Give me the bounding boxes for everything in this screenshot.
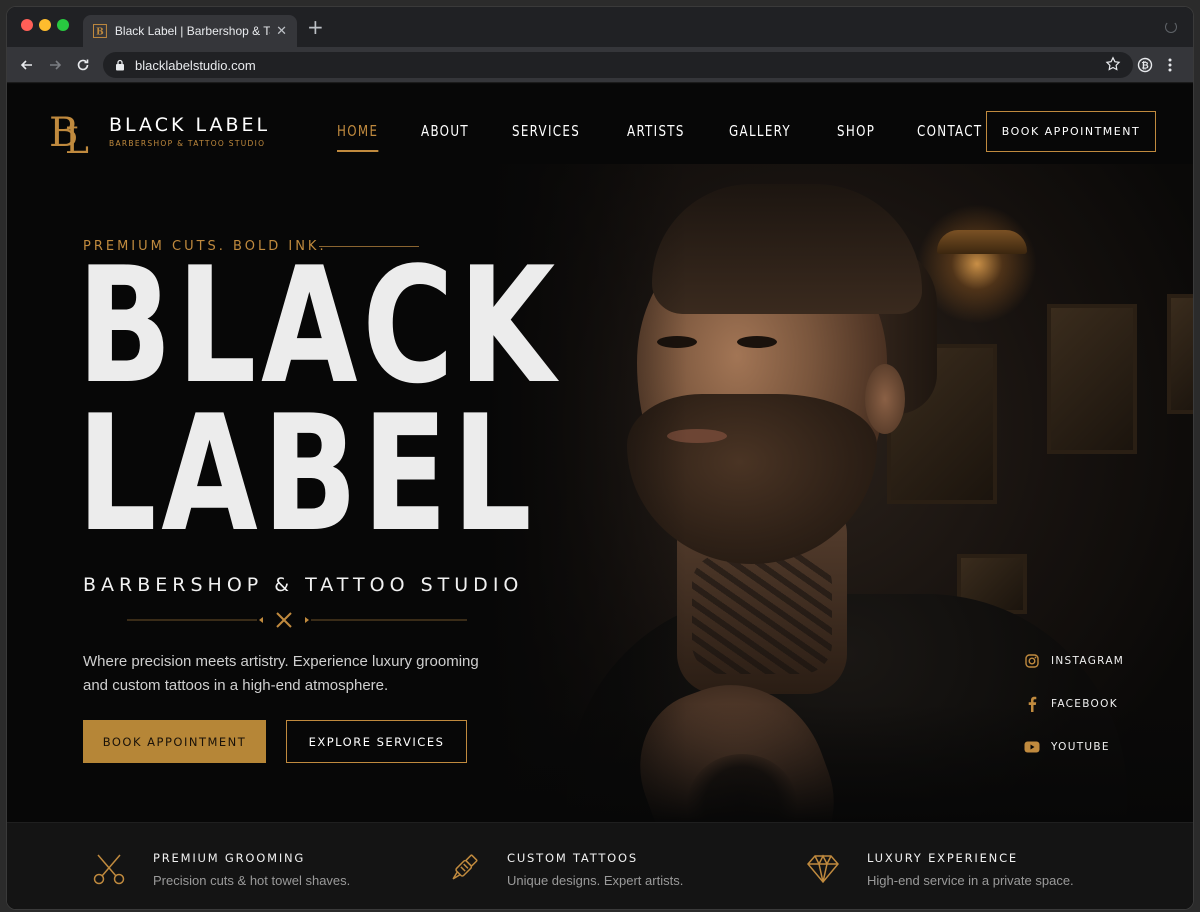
reload-icon[interactable] [73, 55, 93, 75]
social-link-youtube[interactable]: YOUTUBE [1023, 725, 1124, 768]
social-link-facebook[interactable]: FACEBOOK [1023, 682, 1124, 725]
url-text: blacklabelstudio.com [135, 57, 256, 73]
feature-description: Precision cuts & hot towel shaves. [153, 873, 351, 888]
nav-item-artists[interactable]: ARTISTS [627, 122, 685, 152]
social-label-facebook: FACEBOOK [1051, 697, 1118, 710]
address-bar[interactable]: blacklabelstudio.com [103, 52, 1133, 78]
scissors-icon [93, 854, 125, 885]
crossed-razors-divider-icon [127, 612, 467, 628]
nav-item-services[interactable]: SERVICES [512, 122, 580, 152]
back-icon[interactable] [17, 55, 37, 75]
feature-title: LUXURY EXPERIENCE [867, 851, 1018, 865]
lock-icon [116, 59, 124, 71]
header-book-appointment-button[interactable]: BOOK APPOINTMENT [986, 111, 1156, 152]
feature-custom-tattoos: CUSTOM TATTOOS Unique designs. Expert ar… [445, 823, 765, 909]
feature-premium-grooming: PREMIUM GROOMING Precision cuts & hot to… [91, 823, 411, 909]
maximize-window-button[interactable] [57, 19, 69, 31]
tattoo-machine-icon [452, 854, 478, 880]
forward-icon[interactable] [45, 55, 65, 75]
browser-menu-icon[interactable] [1167, 56, 1173, 74]
tab-bar: B Black Label | Barbershop & Tattoo Stud… [7, 7, 1193, 47]
youtube-icon [1023, 738, 1041, 756]
logo-name[interactable]: BLACK LABEL [109, 114, 270, 136]
bookmark-star-icon[interactable] [1105, 56, 1121, 72]
minimize-window-button[interactable] [39, 19, 51, 31]
logo-monogram-icon[interactable]: B L [47, 106, 95, 156]
social-label-instagram: INSTAGRAM [1051, 654, 1125, 667]
facebook-icon [1023, 695, 1041, 713]
web-page: B L BLACK LABEL BARBERSHOP & TATTOO STUD… [7, 84, 1193, 909]
instagram-icon [1023, 652, 1041, 670]
svg-text:₿: ₿ [1141, 61, 1148, 72]
feature-description: Unique designs. Expert artists. [507, 873, 684, 888]
features-bar: PREMIUM GROOMING Precision cuts & hot to… [7, 822, 1193, 909]
nav-item-shop[interactable]: SHOP [837, 122, 875, 152]
feature-title: CUSTOM TATTOOS [507, 851, 638, 865]
favicon-icon: B [93, 24, 107, 38]
tab-title: Black Label | Barbershop & Tattoo Studio [114, 24, 270, 38]
hero-title: BLACK LABEL [77, 232, 560, 567]
extension-icon[interactable]: ₿ [1137, 57, 1153, 73]
browser-toolbar: blacklabelstudio.com ₿ [7, 47, 1193, 83]
feature-luxury-experience: LUXURY EXPERIENCE High-end service in a … [805, 823, 1125, 909]
tab-close-icon[interactable]: ✕ [276, 24, 287, 39]
nav-item-contact[interactable]: CONTACT [917, 122, 982, 152]
hero-description: Where precision meets artistry. Experien… [83, 653, 479, 694]
main-nav: HOME ABOUT SERVICES ARTISTS GALLERY SHOP… [337, 122, 1029, 152]
feature-description: High-end service in a private space. [867, 873, 1074, 888]
social-links: INSTAGRAM FACEBOOK YOUTUBE [1023, 639, 1124, 768]
nav-item-home[interactable]: HOME [337, 122, 379, 152]
nav-item-about[interactable]: ABOUT [421, 122, 469, 152]
social-link-instagram[interactable]: INSTAGRAM [1023, 639, 1124, 682]
browser-window: B Black Label | Barbershop & Tattoo Stud… [6, 6, 1194, 910]
close-window-button[interactable] [21, 19, 33, 31]
book-appointment-button[interactable]: BOOK APPOINTMENT [83, 720, 266, 763]
svg-text:L: L [65, 121, 89, 156]
svg-text:B: B [96, 27, 104, 37]
explore-services-button[interactable]: EXPLORE SERVICES [286, 720, 467, 763]
logo-tagline: BARBERSHOP & TATTOO STUDIO [109, 139, 266, 148]
feature-title: PREMIUM GROOMING [153, 851, 306, 865]
hero-title-line-2: LABEL [77, 380, 537, 567]
diamond-icon [807, 854, 839, 884]
nav-item-gallery[interactable]: GALLERY [729, 122, 791, 152]
loading-spinner-icon [1165, 21, 1177, 33]
browser-tab[interactable]: B Black Label | Barbershop & Tattoo Stud… [83, 15, 297, 47]
social-label-youtube: YOUTUBE [1051, 740, 1110, 753]
hero-title-line-1: BLACK [77, 232, 560, 419]
hero-subtitle: BARBERSHOP & TATTOO STUDIO [83, 574, 524, 596]
new-tab-icon[interactable]: + [307, 17, 324, 37]
